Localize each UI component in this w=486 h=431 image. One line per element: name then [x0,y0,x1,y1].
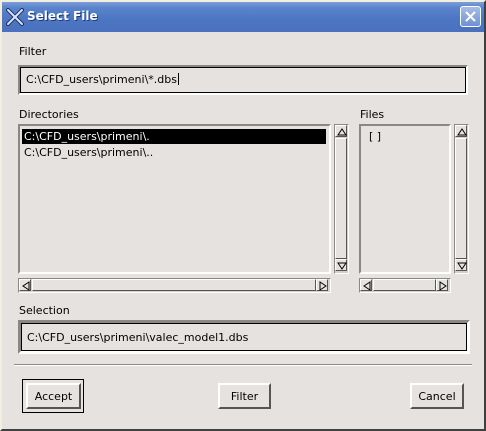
filter-input[interactable]: C:\CFD_users\primeni\*.dbs [20,67,466,93]
selection-field-frame: C:\CFD_users\primeni\valec_model1.dbs [18,320,470,354]
select-file-dialog: Select File Filter C:\CFD_users\primeni\… [0,0,486,431]
arrow-up-icon [457,128,467,136]
scroll-up-button[interactable] [335,125,347,137]
scroll-thumb[interactable] [373,279,436,291]
text-caret [177,73,179,85]
files-hscrollbar[interactable] [359,278,451,293]
accept-button[interactable]: Accept [26,383,81,409]
scroll-left-button[interactable] [19,279,31,291]
directories-label: Directories [19,108,79,121]
selection-label: Selection [19,304,70,317]
arrow-right-icon [439,281,447,291]
separator [14,364,472,366]
x-logo-icon [6,8,24,26]
scroll-down-button[interactable] [455,259,467,271]
filter-label: Filter [19,45,47,58]
directories-hscrollbar[interactable] [18,278,331,293]
file-item[interactable]: [ ] [363,129,447,144]
selection-input[interactable]: C:\CFD_users\primeni\valec_model1.dbs [21,323,467,351]
directories-vscrollbar[interactable] [334,124,349,274]
arrow-left-icon [363,281,371,291]
arrow-down-icon [457,262,467,270]
scroll-thumb[interactable] [455,138,467,259]
arrow-right-icon [319,281,327,291]
files-label: Files [360,108,385,121]
scroll-right-button[interactable] [436,279,448,291]
filter-input-value: C:\CFD_users\primeni\*.dbs [26,73,179,86]
selection-input-value: C:\CFD_users\primeni\valec_model1.dbs [27,331,249,344]
cancel-button[interactable]: Cancel [410,383,464,409]
scroll-left-button[interactable] [360,279,372,291]
directory-item[interactable]: C:\CFD_users\primeni\.. [22,145,326,160]
files-list[interactable]: [ ] [359,124,451,274]
filter-field-frame: C:\CFD_users\primeni\*.dbs [18,65,468,95]
close-button[interactable] [460,6,481,27]
window-title: Select File [27,9,98,23]
title-bar[interactable]: Select File [2,2,484,32]
scroll-right-button[interactable] [316,279,328,291]
scroll-thumb[interactable] [335,138,347,259]
files-vscrollbar[interactable] [454,124,469,274]
scroll-thumb[interactable] [32,279,316,291]
scroll-down-button[interactable] [335,259,347,271]
directories-list[interactable]: C:\CFD_users\primeni\. C:\CFD_users\prim… [18,124,331,274]
directory-item[interactable]: C:\CFD_users\primeni\. [22,129,326,144]
arrow-up-icon [337,128,347,136]
close-icon [465,11,476,22]
scroll-up-button[interactable] [455,125,467,137]
arrow-down-icon [337,262,347,270]
filter-button[interactable]: Filter [218,383,271,409]
arrow-left-icon [22,281,30,291]
